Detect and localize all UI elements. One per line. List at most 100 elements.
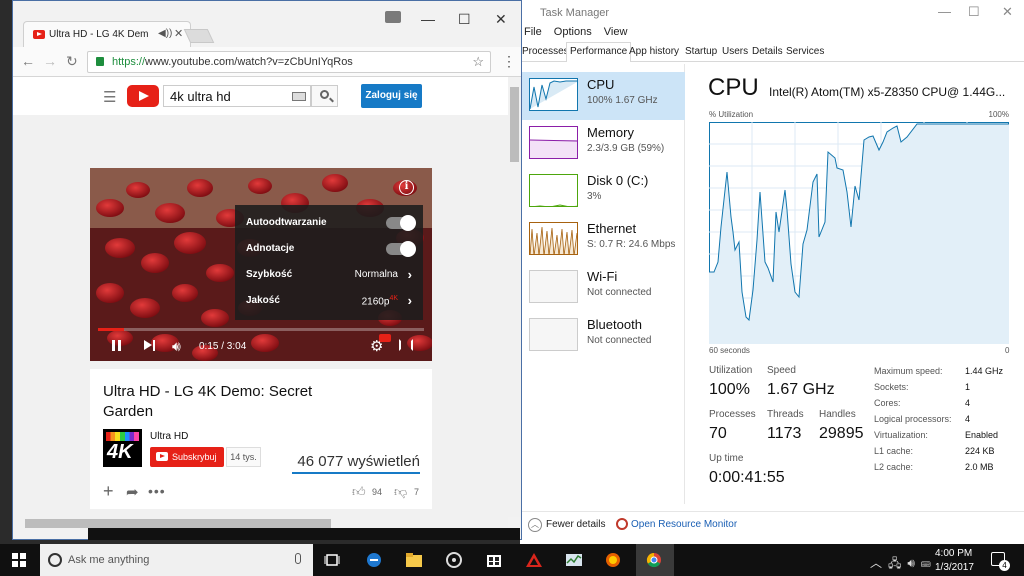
file-explorer-icon[interactable] [405, 552, 423, 568]
menu-view[interactable]: View [604, 26, 628, 38]
pause-icon[interactable] [112, 340, 124, 354]
add-to-playlist-icon[interactable]: + [103, 482, 114, 500]
detail-value: 4 [965, 414, 971, 424]
chrome-menu-icon[interactable]: ⋮ [502, 53, 516, 70]
store-icon[interactable] [485, 552, 503, 568]
4k-badge: 4K [389, 295, 398, 302]
subscribe-label: Subskrybuj [172, 452, 217, 462]
menu-file[interactable]: File [524, 26, 542, 38]
channel-name[interactable]: Ultra HD [150, 431, 188, 442]
resource-ethernet[interactable]: Ethernet S: 0.7 R: 24.6 Mbps [520, 216, 685, 264]
next-video-icon[interactable] [144, 340, 156, 351]
resource-bluetooth[interactable]: Bluetooth Not connected [520, 312, 685, 360]
video-player[interactable]: i Autoodtwarzanie Adnotacje Szybkość Nor… [90, 168, 432, 361]
chevron-up-icon[interactable]: ︿ [528, 518, 542, 532]
close-button[interactable]: ✕ [495, 11, 507, 28]
minimize-button[interactable]: — [421, 11, 435, 27]
volume-icon[interactable]: 🔊︎ [172, 338, 181, 355]
taskbar: Ask me anything ︿🖧︎🔊︎⌨︎ 4:00 PM 1/3/2017… [0, 544, 1024, 576]
back-arrow-icon[interactable]: ← [21, 53, 35, 69]
media-app-icon[interactable] [445, 552, 463, 568]
fullscreen-icon[interactable] [399, 339, 413, 351]
chevron-right-icon: › [407, 293, 412, 308]
chrome-icon[interactable] [645, 552, 663, 568]
minimize-button[interactable]: — [938, 4, 951, 19]
share-icon[interactable]: ➦ [126, 483, 139, 501]
tab-startup[interactable]: Startup [685, 46, 717, 57]
address-bar[interactable]: https://www.youtube.com/watch?v=zCbUnIYq… [87, 51, 491, 73]
setting-annotations[interactable]: Adnotacje [246, 241, 416, 259]
clock-time[interactable]: 4:00 PM [935, 548, 972, 559]
tab-close-icon[interactable]: ✕ [174, 27, 183, 40]
tab-users[interactable]: Users [722, 46, 748, 57]
subscribe-button[interactable]: Subskrybuj [150, 447, 224, 467]
red-app-icon[interactable] [525, 552, 543, 568]
youtube-header: ☰ 4k ultra hd Zaloguj się [13, 77, 508, 115]
channel-avatar[interactable]: 4K [103, 429, 142, 467]
reload-icon[interactable]: ↻ [66, 53, 78, 70]
forward-arrow-icon[interactable]: → [43, 53, 57, 69]
task-view-icon[interactable] [324, 552, 342, 568]
vertical-scrollbar[interactable] [508, 77, 521, 517]
search-button[interactable] [311, 85, 338, 107]
lock-icon[interactable] [96, 57, 104, 66]
firefox-icon[interactable] [604, 552, 622, 568]
new-tab-button[interactable] [183, 29, 215, 43]
resource-wifi[interactable]: Wi-Fi Not connected [520, 264, 685, 312]
sign-in-button[interactable]: Zaloguj się [361, 84, 422, 108]
menubar: File Options View [524, 26, 636, 42]
annotations-toggle[interactable] [386, 241, 416, 257]
fewer-details-link[interactable]: Fewer details [546, 519, 605, 530]
windows-start-icon[interactable] [12, 553, 26, 567]
video-progress-bar[interactable] [98, 328, 424, 331]
browser-tab[interactable]: Ultra HD - LG 4K Dem ◀)) ✕ [23, 21, 191, 47]
tab-performance[interactable]: Performance [566, 42, 632, 62]
keyboard-icon[interactable] [292, 92, 306, 101]
tab-services[interactable]: Services [786, 46, 824, 57]
maximize-button[interactable]: ☐ [968, 4, 980, 20]
profile-icon[interactable] [385, 11, 401, 23]
menu-options[interactable]: Options [554, 26, 592, 38]
resource-sub: Not connected [587, 287, 652, 298]
more-actions-icon[interactable]: ••• [148, 483, 166, 499]
open-resource-monitor-link[interactable]: Open Resource Monitor [631, 519, 737, 530]
close-button[interactable]: ✕ [1002, 4, 1013, 20]
tab-app-history[interactable]: App history [629, 46, 679, 57]
utilization-axis-max: 100% [988, 110, 1009, 119]
video-progress-fill [98, 328, 125, 331]
tab-details[interactable]: Details [752, 46, 783, 57]
resource-sub: Not connected [587, 335, 652, 346]
setting-speed[interactable]: Szybkość Normalna › [246, 267, 414, 285]
hd-quality-badge [379, 334, 391, 342]
resource-sub: 100% 1.67 GHz [587, 95, 658, 106]
tab-processes[interactable]: Processes [522, 46, 569, 57]
info-icon[interactable]: i [399, 180, 414, 195]
edge-icon[interactable] [365, 552, 383, 568]
resource-disk[interactable]: Disk 0 (C:) 3% [520, 168, 685, 216]
youtube-logo[interactable] [127, 85, 159, 107]
thumbs-up-icon[interactable]: 👍︎ [352, 484, 366, 500]
hamburger-menu-icon[interactable]: ☰ [103, 88, 116, 106]
thumbs-down-icon[interactable]: 👎︎ [394, 484, 407, 500]
graph-time-span: 60 seconds [709, 346, 750, 355]
youtube-search-input[interactable]: 4k ultra hd [163, 85, 311, 107]
setting-quality[interactable]: Jakość 2160p4K › [246, 293, 414, 311]
system-tray-icons[interactable]: ︿🖧︎🔊︎⌨︎ [870, 554, 937, 575]
setting-value: 2160p4K [362, 295, 398, 307]
clock-date[interactable]: 1/3/2017 [935, 562, 974, 573]
scrollbar-thumb[interactable] [510, 87, 519, 162]
autoplay-toggle[interactable] [386, 215, 416, 231]
ethernet-thumbnail [529, 222, 578, 255]
scrollbar-thumb[interactable] [25, 519, 331, 528]
tab-title: Ultra HD - LG 4K Dem [49, 29, 149, 40]
resource-memory[interactable]: Memory 2.3/3.9 GB (59%) [520, 120, 685, 168]
cortana-search-box[interactable]: Ask me anything [40, 544, 313, 576]
dislike-count: 7 [414, 487, 420, 497]
maximize-button[interactable]: ☐ [458, 11, 471, 28]
bookmark-star-icon[interactable]: ☆ [472, 54, 484, 70]
resource-cpu[interactable]: CPU 100% 1.67 GHz [520, 72, 685, 120]
audio-playing-icon[interactable]: ◀)) [158, 28, 172, 39]
setting-autoplay[interactable]: Autoodtwarzanie [246, 215, 416, 233]
task-manager-taskbar-icon[interactable] [565, 552, 583, 568]
microphone-icon[interactable] [295, 553, 301, 564]
